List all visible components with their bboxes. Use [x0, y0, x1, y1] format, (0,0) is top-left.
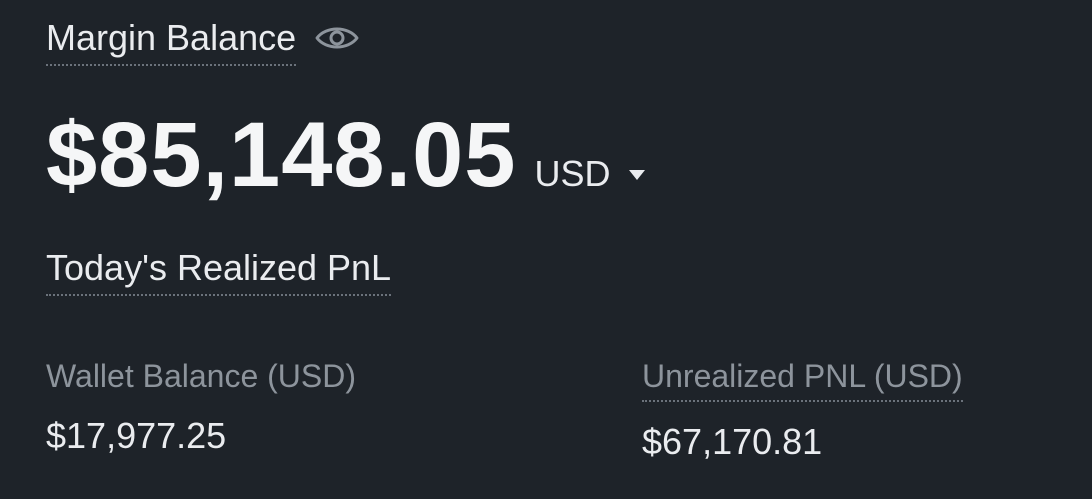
currency-selector[interactable]: USD — [534, 153, 646, 195]
margin-balance-label[interactable]: Margin Balance — [46, 16, 297, 66]
currency-label: USD — [534, 153, 611, 194]
unrealized-pnl-label[interactable]: Unrealized PNL (USD) — [642, 356, 963, 402]
margin-balance-header: Margin Balance — [46, 16, 360, 66]
margin-balance-row: $85,148.05 USD — [46, 100, 646, 210]
wallet-balance-label: Wallet Balance (USD) — [46, 358, 357, 394]
unrealized-pnl-stat: Unrealized PNL (USD) $67,170.81 — [642, 356, 963, 464]
realized-pnl-section: Today's Realized PnL — [46, 246, 392, 296]
realized-pnl-label[interactable]: Today's Realized PnL — [46, 246, 392, 296]
unrealized-pnl-value: $67,170.81 — [642, 421, 823, 462]
caret-down-icon — [628, 168, 646, 180]
wallet-balance-stat: Wallet Balance (USD) $17,977.25 — [46, 356, 356, 458]
eye-icon[interactable] — [314, 23, 360, 53]
margin-balance-value: $85,148.05 — [46, 104, 517, 206]
wallet-balance-value: $17,977.25 — [46, 415, 227, 456]
